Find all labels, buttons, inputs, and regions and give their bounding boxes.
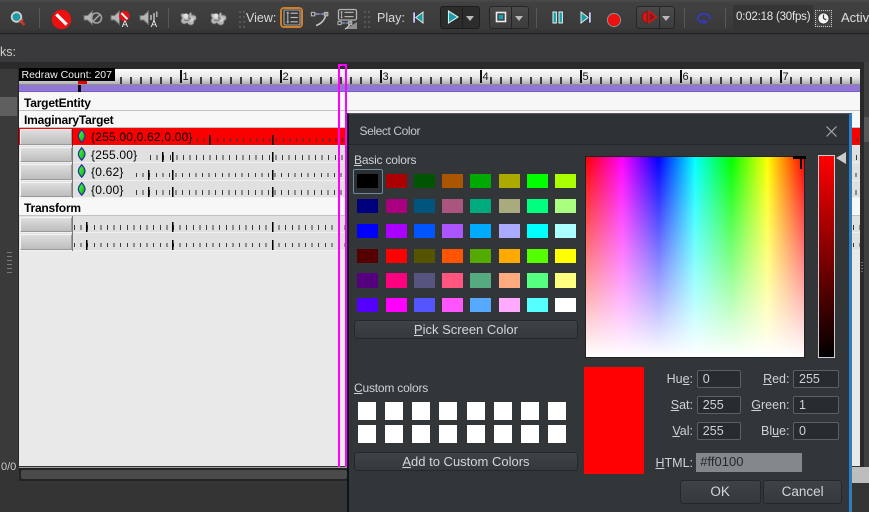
svg-text:A: A bbox=[122, 19, 129, 28]
svg-text:A: A bbox=[151, 19, 158, 28]
